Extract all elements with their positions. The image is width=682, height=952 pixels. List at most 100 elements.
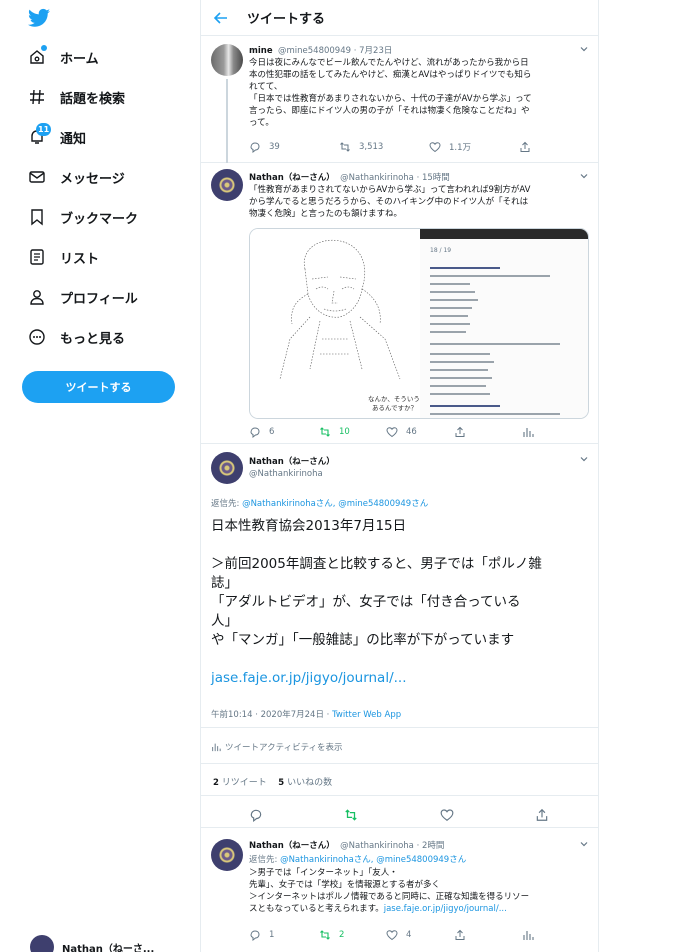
ascii-art-figure: なんか、そういうデータ あるんですか？ — [279, 239, 439, 412]
tweet-header: Nathan（ねーさん） @Nathankirinoha · 15時間 — [249, 171, 450, 183]
sidebar-item-profile[interactable]: プロフィール — [28, 281, 138, 313]
avatar[interactable] — [211, 169, 243, 201]
analytics-button[interactable] — [522, 929, 542, 941]
like-total[interactable]: 5 — [278, 778, 284, 788]
retweet-count: 3,513 — [359, 142, 384, 152]
reply-button[interactable] — [249, 808, 263, 822]
avatar[interactable] — [211, 44, 243, 76]
tweet-actions — [249, 808, 549, 822]
text-line: 本の性犯罪の話をしてみたんやけど、痴漢とAVはやっぱりドイツでも知ら — [249, 70, 532, 80]
sidebar-item-label: もっと見る — [60, 331, 126, 347]
retweet-button[interactable]: 10 — [319, 426, 386, 438]
like-count: 4 — [406, 930, 412, 940]
twitter-bird-icon[interactable] — [28, 8, 50, 28]
sidebar-item-label: プロフィール — [60, 291, 138, 307]
tweet[interactable]: Nathan（ねーさん） @Nathankirinoha · 2時間 返信先: … — [201, 829, 598, 952]
sidebar-item-messages[interactable]: メッセージ — [28, 161, 125, 193]
tweet-media[interactable]: なんか、そういうデータ あるんですか？ 18 / 19 — [249, 228, 589, 419]
tweet-source[interactable]: Twitter Web App — [332, 710, 401, 720]
author-name[interactable]: Nathan（ねーさん） — [249, 173, 335, 183]
sidebar-item-explore[interactable]: 話題を検索 — [28, 81, 125, 113]
retweet-total[interactable]: 2 — [213, 778, 219, 788]
document-line — [430, 361, 494, 363]
chevron-down-icon[interactable] — [580, 840, 588, 848]
document-line — [430, 405, 500, 407]
author-handle[interactable]: @mine54800949 · 7月23日 — [278, 46, 392, 56]
retweet-button[interactable] — [344, 808, 358, 822]
chevron-down-icon[interactable] — [580, 172, 588, 180]
like-button[interactable]: 4 — [386, 929, 454, 941]
tweet-link[interactable]: jase.faje.or.jp/jigyo/journal/... — [211, 669, 591, 688]
sidebar-item-label: 通知 — [60, 131, 87, 147]
document-line — [430, 299, 478, 301]
share-button[interactable] — [535, 808, 549, 822]
author-handle[interactable]: @Nathankirinoha · 15時間 — [340, 173, 450, 183]
document-header-bar — [420, 229, 588, 239]
document-line — [430, 291, 475, 293]
text-line: 今日は夜にみんなでビール飲んでたんやけど、流れがあったから我から日 — [249, 58, 529, 68]
sidebar-item-bookmarks[interactable]: ブックマーク — [28, 201, 138, 233]
chevron-down-icon[interactable] — [580, 45, 588, 53]
like-button[interactable]: 1.1万 — [429, 141, 519, 153]
author-name[interactable]: Nathan（ねーさん） — [249, 457, 335, 467]
divider — [201, 795, 598, 796]
activity-label: ツイートアクティビティを表示 — [225, 743, 343, 753]
text-line — [211, 650, 591, 669]
media-ascii-art: なんか、そういうデータ あるんですか？ — [250, 229, 439, 418]
document-line — [430, 275, 550, 277]
sidebar-item-label: 話題を検索 — [60, 91, 126, 107]
sidebar-item-home[interactable]: ホーム — [28, 41, 99, 73]
tweet-link[interactable]: jase.faje.or.jp/jigyo/journal/... — [384, 904, 507, 914]
analytics-button[interactable] — [522, 426, 542, 438]
author-handle[interactable]: @Nathankirinoha · 2時間 — [340, 841, 444, 851]
person-icon — [28, 288, 46, 306]
reply-to-users[interactable]: @Nathankirinohaさん, @mine54800949さん — [280, 855, 466, 865]
tweet-activity-link[interactable]: ツイートアクティビティを表示 — [211, 741, 343, 753]
sidebar-item-lists[interactable]: リスト — [28, 241, 99, 273]
back-arrow-icon[interactable] — [213, 10, 229, 26]
tweet-actions: 39 3,513 1.1万 — [249, 141, 539, 153]
author-name[interactable]: Nathan（ねーさん） — [249, 841, 335, 851]
tweet[interactable]: mine @mine54800949 · 7月23日 今日は夜にみんなでビール飲… — [201, 37, 598, 163]
reply-count: 1 — [269, 930, 275, 940]
retweet-total-label[interactable]: リツイート — [222, 778, 267, 788]
text-line: スともなっていると考えられます。 — [249, 904, 384, 914]
author-name[interactable]: mine — [249, 46, 273, 56]
bar-chart-icon — [212, 743, 221, 752]
text-line: 人」 — [211, 613, 238, 629]
share-button[interactable] — [519, 141, 539, 153]
share-button[interactable] — [454, 426, 522, 438]
media-document: 18 / 19 — [420, 229, 588, 418]
reply-to-prefix: 返信先: — [249, 855, 281, 865]
avatar[interactable] — [211, 452, 243, 484]
reply-to-users[interactable]: @Nathankirinohaさん, @mine54800949さん — [242, 499, 428, 509]
document-line — [430, 369, 488, 371]
main-column: ツイートする mine @mine54800949 · 7月23日 今日は夜にみ… — [200, 0, 599, 952]
reply-button[interactable]: 1 — [249, 929, 319, 941]
share-button[interactable] — [454, 929, 522, 941]
reply-button[interactable]: 6 — [249, 426, 319, 438]
bell-icon: 11 — [28, 123, 52, 146]
reply-to: 返信先: @Nathankirinohaさん, @mine54800949さん — [211, 497, 428, 509]
retweet-button[interactable]: 2 — [319, 929, 386, 941]
bar-chart-icon — [523, 931, 534, 940]
page-title: ツイートする — [247, 12, 326, 27]
like-total-label[interactable]: いいねの数 — [287, 778, 332, 788]
tweet-button[interactable]: ツイートする — [22, 371, 175, 403]
sidebar-item-more[interactable]: もっと見る — [28, 321, 125, 353]
like-button[interactable]: 46 — [386, 426, 454, 438]
avatar[interactable] — [211, 839, 243, 871]
author-handle[interactable]: @Nathankirinoha — [249, 469, 323, 479]
reply-button[interactable]: 39 — [249, 141, 339, 153]
tweet[interactable]: Nathan（ねーさん） @Nathankirinoha · 15時間 「性教育… — [201, 164, 598, 444]
document-line — [430, 413, 560, 415]
timestamp-text[interactable]: 午前10:14 · 2020年7月24日 · — [211, 710, 332, 720]
chevron-down-icon[interactable] — [580, 455, 588, 463]
retweet-button[interactable]: 3,513 — [339, 141, 429, 153]
like-button[interactable] — [440, 808, 454, 822]
divider — [201, 727, 598, 728]
account-switcher[interactable]: Nathan（ねーさ... — [30, 935, 154, 952]
text-line: 「性教育があまりされてないからAVから学ぶ」って言われれば9割方がAV — [249, 185, 531, 195]
heart-icon — [386, 427, 398, 438]
sidebar-item-notifications[interactable]: 11 通知 — [28, 121, 86, 153]
